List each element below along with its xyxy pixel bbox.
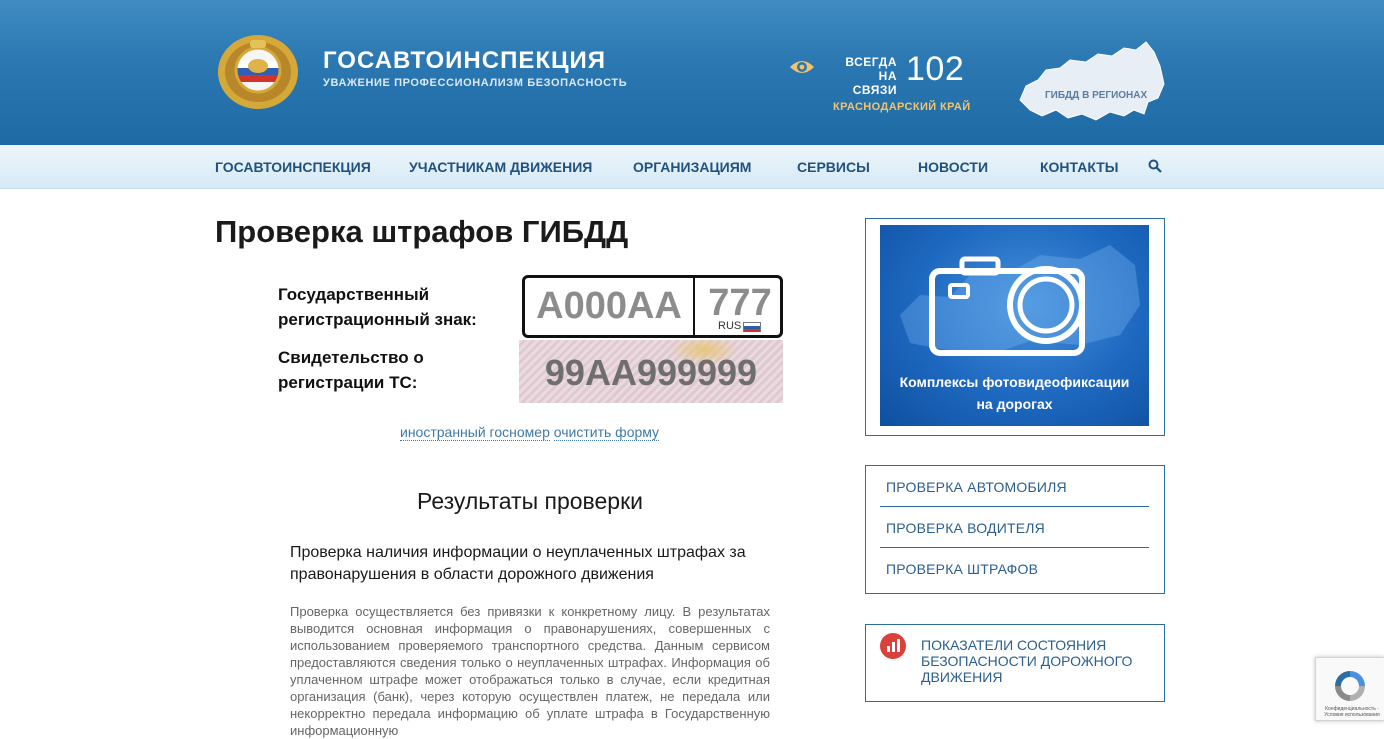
plate-country-code: RUS	[718, 320, 742, 332]
nav-item-services[interactable]: СЕРВИСЫ	[797, 159, 870, 175]
photo-radar-banner[interactable]: Комплексы фотовидеофиксации на дорогах	[880, 225, 1149, 426]
russia-flag-icon	[743, 322, 761, 332]
map-label[interactable]: ГИБДД В РЕГИОНАХ	[1045, 90, 1147, 101]
cert-label-line-2: регистрации ТС:	[278, 373, 418, 392]
plate-label: Государственный регистрационный знак:	[278, 282, 477, 332]
always-line-1: ВСЕГДА	[845, 55, 897, 69]
foreign-plate-link[interactable]: иностранный госномер	[400, 424, 550, 441]
safety-indicators-link[interactable]: ПОКАЗАТЕЛИ СОСТОЯНИЯ БЕЗОПАСНОСТИ ДОРОЖН…	[921, 637, 1141, 685]
cert-label-line-1: Свидетельство о	[278, 348, 424, 367]
results-description: Проверка осуществляется без привязки к к…	[290, 604, 770, 738]
divider	[880, 506, 1149, 507]
page-title: Проверка штрафов ГИБДД	[215, 214, 629, 249]
banner-text-line-2: на дорогах	[976, 396, 1053, 412]
banner-text: Комплексы фотовидеофиксации на дорогах	[880, 371, 1149, 415]
site-header: ГОСАВТОИНСПЕКЦИЯ УВАЖЕНИЕ ПРОФЕССИОНАЛИЗ…	[0, 0, 1384, 145]
search-icon[interactable]	[1148, 159, 1162, 173]
plate-label-line-1: Государственный	[278, 285, 430, 304]
plate-label-line-2: регистрационный знак:	[278, 310, 477, 329]
always-available-label: ВСЕГДА НА СВЯЗИ	[833, 55, 897, 97]
divider	[880, 547, 1149, 548]
emergency-phone[interactable]: 102	[906, 50, 964, 89]
recaptcha-badge[interactable]: Конфиденциальность - Условия использован…	[1315, 657, 1384, 721]
stats-chart-icon[interactable]	[880, 633, 906, 659]
plate-region-field[interactable]: 777	[697, 282, 783, 325]
nav-item-organizations[interactable]: ОРГАНИЗАЦИЯМ	[633, 159, 751, 175]
form-links: иностранный госномер очистить форму	[400, 424, 660, 441]
nav-item-gosavtoinspektsiya[interactable]: ГОСАВТОИНСПЕКЦИЯ	[215, 159, 371, 175]
region-selector[interactable]: КРАСНОДАРСКИЙ КРАЙ	[833, 101, 971, 113]
recaptcha-icon	[1335, 671, 1365, 701]
certificate-number-field[interactable]: 99АА999999	[519, 352, 783, 394]
gibdd-emblem-icon[interactable]	[214, 32, 302, 110]
registration-certificate-input[interactable]: 99АА999999	[519, 340, 783, 403]
russia-map-icon[interactable]	[1012, 40, 1168, 126]
sidebar-link-fines-check[interactable]: ПРОВЕРКА ШТРАФОВ	[886, 561, 1038, 577]
always-line-2: НА СВЯЗИ	[852, 69, 897, 97]
cert-label: Свидетельство о регистрации ТС:	[278, 345, 424, 395]
plate-number-input[interactable]: А000АА 777 RUS	[522, 275, 783, 338]
sidebar-link-vehicle-check[interactable]: ПРОВЕРКА АВТОМОБИЛЯ	[886, 479, 1067, 495]
banner-text-line-1: Комплексы фотовидеофиксации	[899, 374, 1130, 390]
eye-icon[interactable]	[789, 58, 815, 76]
nav-item-news[interactable]: НОВОСТИ	[918, 159, 988, 175]
main-navigation: ГОСАВТОИНСПЕКЦИЯ УЧАСТНИКАМ ДВИЖЕНИЯ ОРГ…	[0, 145, 1384, 189]
brand-subtitle: УВАЖЕНИЕ ПРОФЕССИОНАЛИЗМ БЕЗОПАСНОСТЬ	[323, 77, 628, 89]
sidebar-link-driver-check[interactable]: ПРОВЕРКА ВОДИТЕЛЯ	[886, 520, 1045, 536]
nav-item-contacts[interactable]: КОНТАКТЫ	[1040, 159, 1118, 175]
results-subtitle: Проверка наличия информации о неуплаченн…	[290, 544, 746, 583]
plate-number-field[interactable]: А000АА	[525, 278, 695, 335]
clear-form-link[interactable]: очистить форму	[553, 424, 660, 441]
nav-item-traffic-participants[interactable]: УЧАСТНИКАМ ДВИЖЕНИЯ	[409, 159, 592, 175]
brand-title[interactable]: ГОСАВТОИНСПЕКЦИЯ	[323, 47, 606, 75]
recaptcha-text[interactable]: Конфиденциальность - Условия использован…	[1319, 706, 1384, 718]
